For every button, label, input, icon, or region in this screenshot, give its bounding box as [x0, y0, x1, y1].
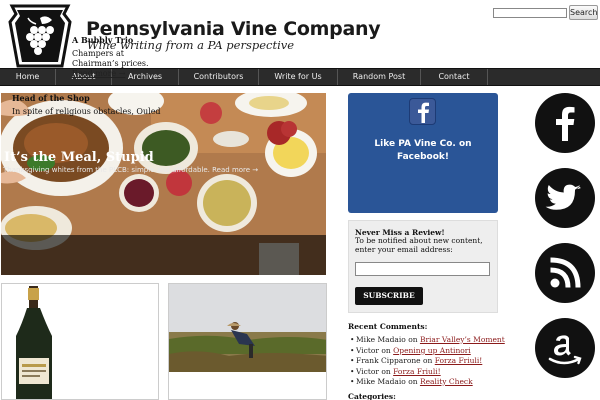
email-field[interactable] — [355, 262, 490, 276]
social-twitter-button[interactable] — [535, 168, 595, 228]
subscribe-button[interactable]: SUBSCRIBE — [355, 287, 423, 305]
comment-author: Mike Madaio — [356, 335, 406, 344]
comment-post-link[interactable]: Opening up Antinori — [393, 346, 471, 355]
list-item: Frank Cipparone on Forza Friuli! — [350, 356, 505, 367]
recent-comments-list: Mike Madaio on Briar Valley’s Moment Vic… — [350, 335, 505, 388]
comment-author: Victor — [356, 366, 379, 376]
comment-post-link[interactable]: Forza Friuli! — [393, 367, 441, 376]
featured-caption[interactable]: Thanksgiving whites from the PLCB: simpl… — [3, 166, 258, 174]
facebook-like-label[interactable]: Like PA Vine Co. on Facebook! — [348, 138, 498, 164]
comment-on: on — [408, 377, 418, 386]
list-item: Victor on Opening up Antinori — [350, 345, 505, 357]
post-card-text: In spite of religious obstacles, Ouled — [12, 107, 161, 116]
read-more-link[interactable]: Read more → — [72, 69, 125, 78]
post-card-title[interactable]: A Bubbly Trio — [72, 35, 133, 45]
post-card-title[interactable]: Head of the Shop — [12, 93, 90, 103]
vineyard-worker-image — [169, 284, 326, 372]
comment-author: Mike Madaio — [356, 377, 406, 386]
comment-on: on — [408, 335, 418, 344]
social-rss-button[interactable] — [535, 243, 595, 303]
nav-item-random-post[interactable]: Random Post — [338, 69, 421, 85]
nav-item-contact[interactable]: Contact — [421, 69, 488, 85]
social-amazon-button[interactable] — [535, 318, 595, 378]
comment-on: on — [381, 345, 391, 355]
post-card[interactable] — [1, 283, 159, 400]
amazon-icon — [548, 335, 582, 365]
site-logo[interactable] — [6, 4, 74, 68]
comment-post-link[interactable]: Reality Check — [420, 377, 473, 386]
search-button[interactable]: Search — [569, 5, 598, 20]
post-card-excerpt: Champers at Chairman’s prices. Read more… — [72, 49, 156, 79]
nav-item-write-for-us[interactable]: Write for Us — [259, 69, 338, 85]
list-item: Mike Madaio on Reality Check — [350, 377, 505, 388]
categories-title: Categories: — [348, 392, 396, 400]
search-input[interactable] — [493, 8, 567, 18]
comment-author: Victor — [356, 345, 379, 355]
recent-comments-title: Recent Comments: — [348, 322, 428, 331]
keystone-grapes-icon — [8, 4, 72, 68]
comment-on: on — [423, 356, 433, 365]
list-item: Mike Madaio on Briar Valley’s Moment — [350, 335, 505, 346]
featured-overlay — [1, 235, 326, 275]
post-card-text: Champers at Chairman’s prices. — [72, 49, 149, 68]
comment-author: Frank Cipparone — [356, 356, 421, 365]
social-facebook-button[interactable] — [535, 93, 595, 153]
comment-on: on — [381, 366, 391, 376]
champagne-bottle-image — [16, 286, 52, 399]
subscribe-text: To be notified about new content, enter … — [355, 236, 483, 254]
comment-post-link[interactable]: Briar Valley’s Moment — [420, 335, 505, 344]
rss-icon — [550, 257, 581, 288]
post-card[interactable] — [168, 283, 327, 400]
nav-item-home[interactable]: Home — [0, 69, 56, 85]
featured-post[interactable] — [1, 93, 326, 275]
featured-title[interactable]: It’s the Meal, Stupid — [4, 150, 154, 165]
twitter-icon — [545, 184, 581, 210]
facebook-icon — [556, 106, 575, 141]
facebook-icon — [409, 98, 436, 125]
comment-post-link[interactable]: Forza Friuli! — [435, 356, 483, 365]
nav-item-contributors[interactable]: Contributors — [179, 69, 259, 85]
list-item: Victor on Forza Friuli! — [350, 366, 505, 378]
